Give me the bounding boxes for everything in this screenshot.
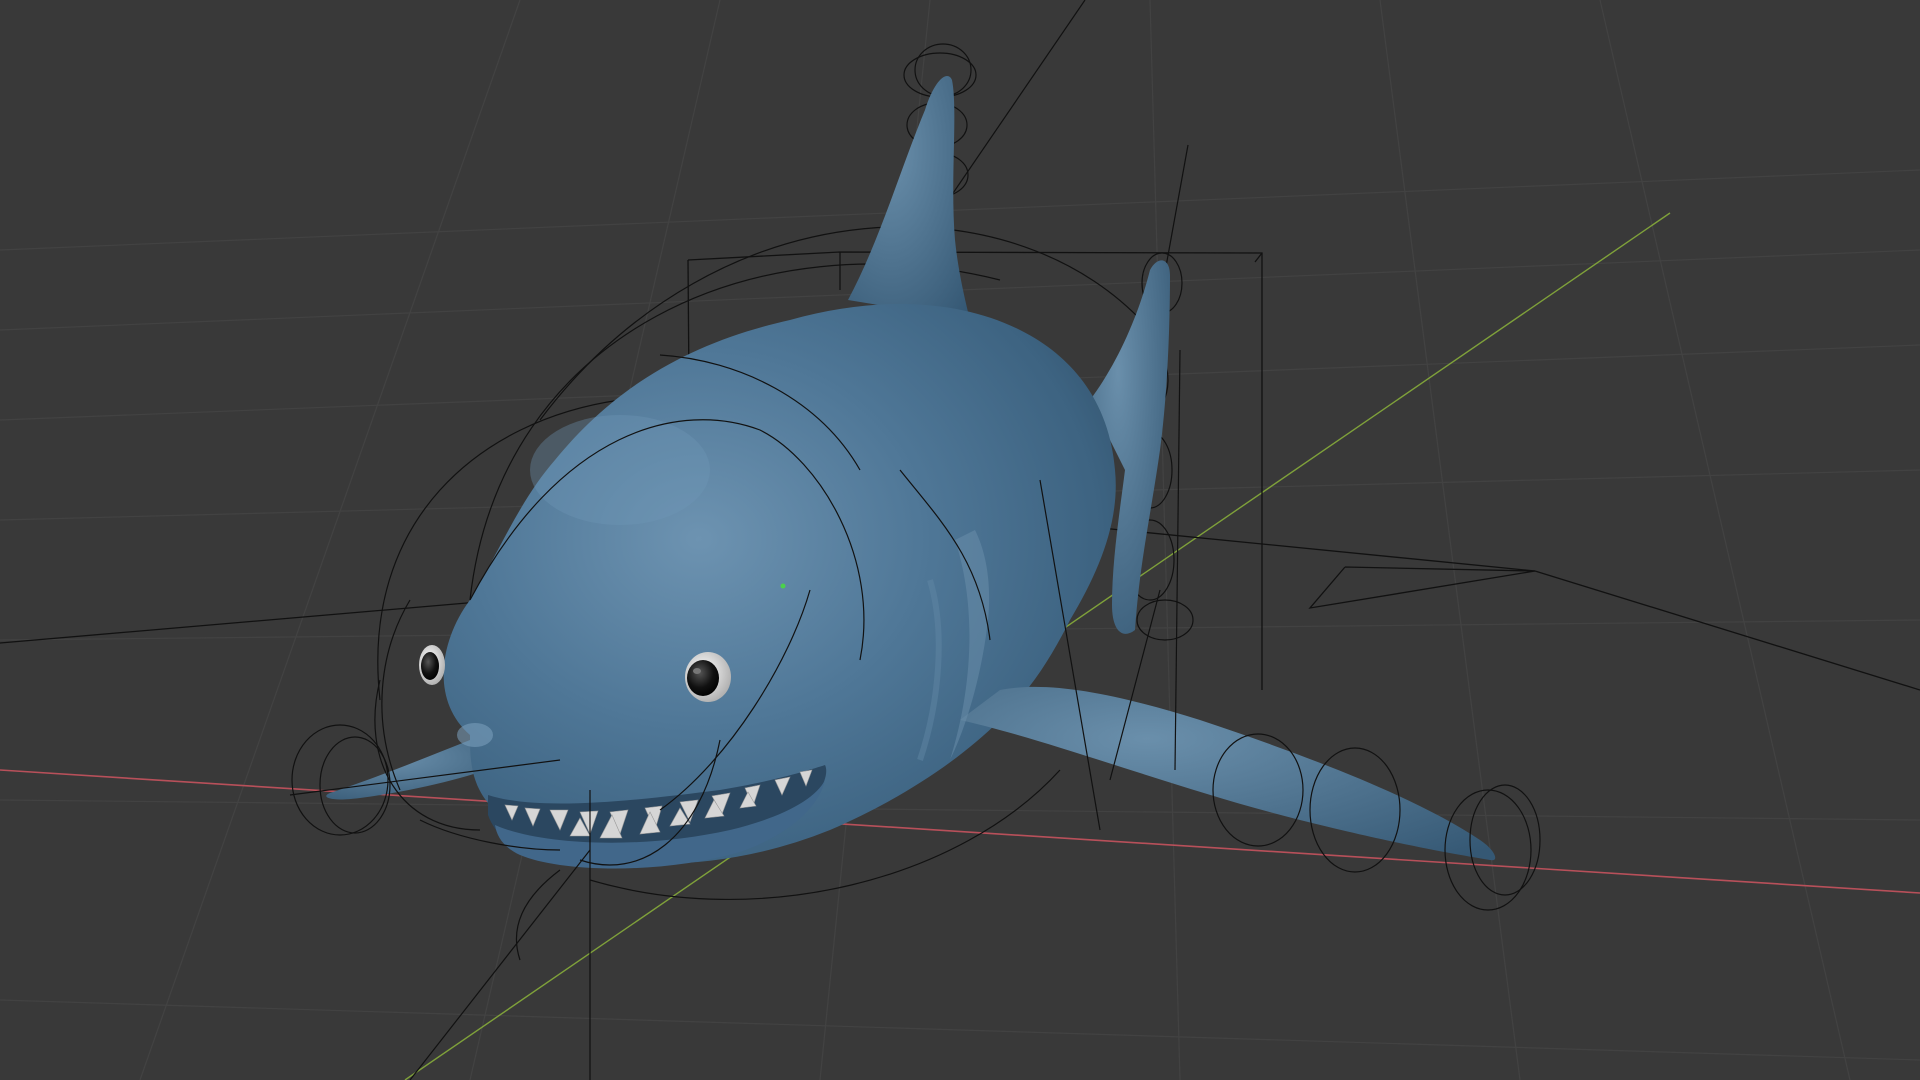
left-eye	[419, 645, 445, 685]
viewport-canvas[interactable]	[0, 0, 1920, 1080]
snout-highlight	[457, 723, 493, 747]
object-origin-dot[interactable]	[780, 583, 786, 589]
right-eye	[685, 652, 731, 702]
3d-viewport[interactable]	[0, 0, 1920, 1080]
head-highlight	[530, 415, 710, 525]
